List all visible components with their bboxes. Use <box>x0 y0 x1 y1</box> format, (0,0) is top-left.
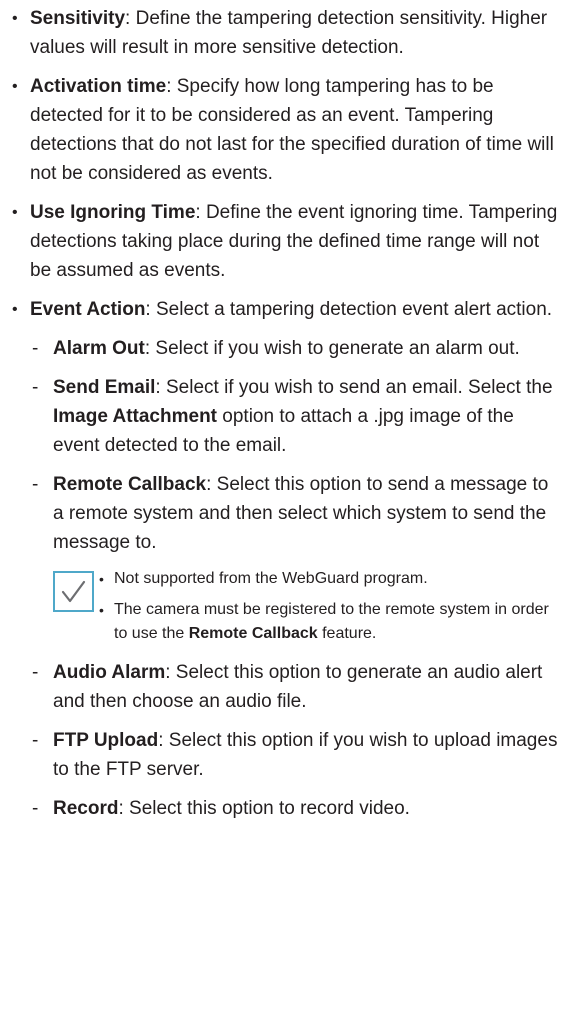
term-record: Record <box>53 798 119 819</box>
term-use-ignoring-time: Use Ignoring Time <box>30 202 196 223</box>
sub-item-alarm-out: - Alarm Out: Select if you wish to gener… <box>0 334 560 363</box>
bullet-item-event-action: • Event Action: Select a tampering detec… <box>0 295 560 324</box>
term-event-action: Event Action <box>30 299 146 320</box>
term-alarm-out: Alarm Out <box>53 338 145 359</box>
bullet-marker: • <box>12 10 18 27</box>
note-box: • Not supported from the WebGuard progra… <box>0 567 560 646</box>
bullet-marker: • <box>12 204 18 221</box>
bullet-item-sensitivity: • Sensitivity: Define the tampering dete… <box>0 4 560 62</box>
manual-page: • Sensitivity: Define the tampering dete… <box>0 0 570 1017</box>
note-item: • The camera must be registered to the r… <box>96 598 560 646</box>
bullet-marker: • <box>99 571 104 587</box>
desc-send-email: : Select if you wish to send an email. S… <box>155 377 553 398</box>
checkmark-icon <box>53 571 94 612</box>
dash-marker: - <box>32 377 39 398</box>
sub-item-ftp-upload: - FTP Upload: Select this option if you … <box>0 726 560 784</box>
term-sensitivity: Sensitivity <box>30 8 126 29</box>
bullet-item-activation-time: • Activation time: Specify how long tamp… <box>0 72 560 188</box>
dash-marker: - <box>32 662 39 683</box>
term-remote-callback: Remote Callback <box>53 474 207 495</box>
note-text-end: feature. <box>317 625 377 642</box>
dash-marker: - <box>32 730 39 751</box>
term-activation-time: Activation time <box>30 76 167 97</box>
dash-marker: - <box>32 798 39 819</box>
term-send-email: Send Email <box>53 377 156 398</box>
desc-alarm-out: : Select if you wish to generate an alar… <box>144 338 520 359</box>
bullet-marker: • <box>12 301 18 318</box>
bullet-marker: • <box>99 602 104 618</box>
term-ftp-upload: FTP Upload <box>53 730 159 751</box>
bullet-item-use-ignoring-time: • Use Ignoring Time: Define the event ig… <box>0 198 560 285</box>
sub-item-send-email: - Send Email: Select if you wish to send… <box>0 373 560 460</box>
bullet-marker: • <box>12 78 18 95</box>
desc-record: : Select this option to record video. <box>118 798 410 819</box>
term-audio-alarm: Audio Alarm <box>53 662 166 683</box>
sub-item-audio-alarm: - Audio Alarm: Select this option to gen… <box>0 658 560 716</box>
sub-item-remote-callback: - Remote Callback: Select this option to… <box>0 470 560 557</box>
note-item: • Not supported from the WebGuard progra… <box>96 567 560 591</box>
desc-event-action: : Select a tampering detection event ale… <box>145 299 553 320</box>
dash-marker: - <box>32 338 39 359</box>
note-text: Not supported from the WebGuard program. <box>114 570 428 587</box>
dash-marker: - <box>32 474 39 495</box>
term-image-attachment: Image Attachment <box>53 406 217 427</box>
sub-item-record: - Record: Select this option to record v… <box>0 794 560 823</box>
term-remote-callback-note: Remote Callback <box>188 625 318 642</box>
